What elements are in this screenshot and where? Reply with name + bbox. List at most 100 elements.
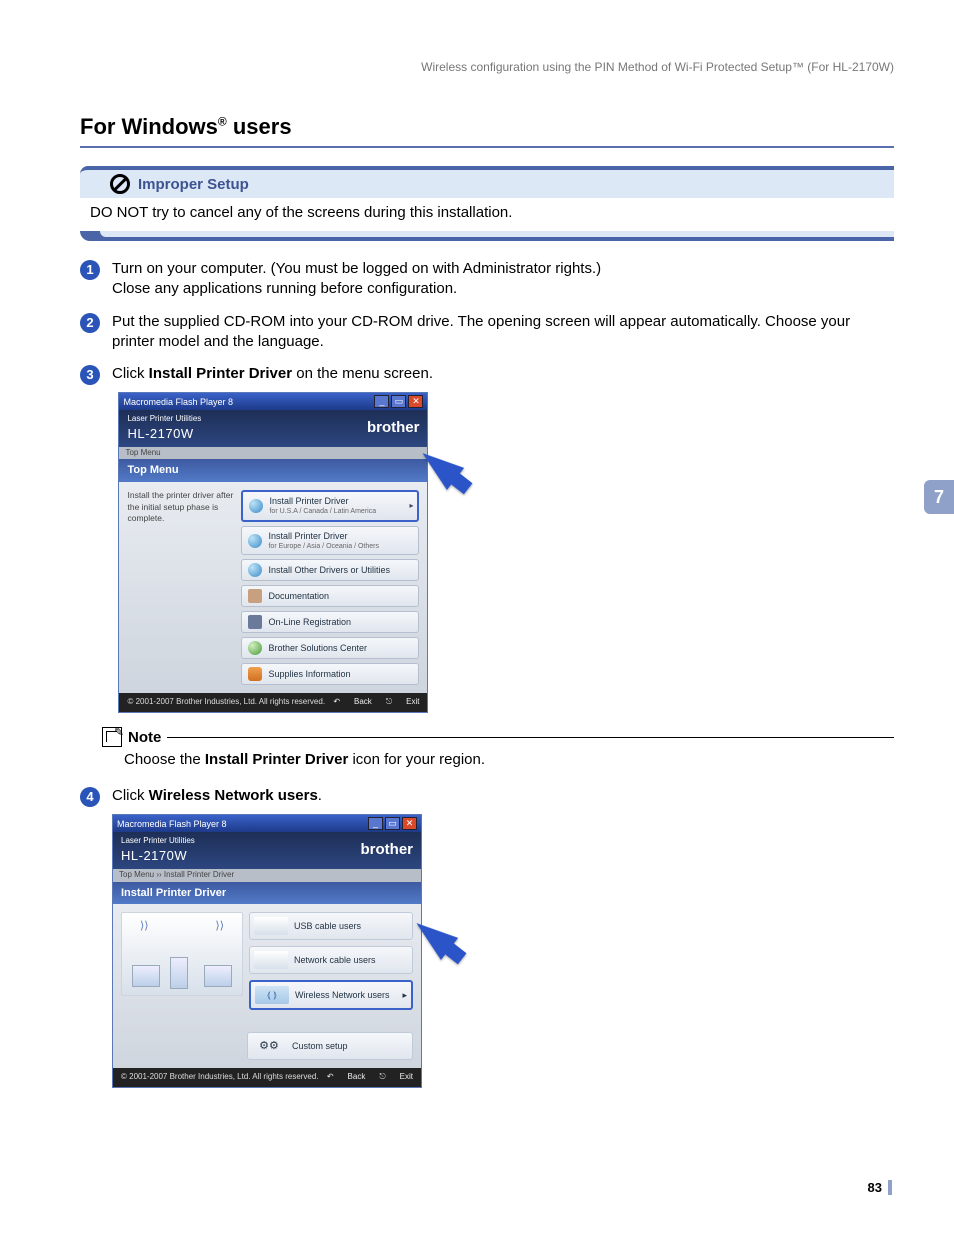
menu-item-registration[interactable]: On-Line Registration [241,611,419,633]
menu-item-label: On-Line Registration [268,616,351,628]
globe-icon [248,563,262,577]
menu-item-install-usa[interactable]: Install Printer Driverfor U.S.A / Canada… [241,490,419,522]
step-1-text2: Close any applications running before co… [112,280,457,297]
util-label: Laser Printer Utilities [127,414,201,425]
menu-item-label: Install Other Drivers or Utilities [268,564,390,576]
model-label: HL-2170W [121,847,195,865]
menu-item-label: Supplies Information [268,668,350,680]
option-wireless-users[interactable]: ⦅ ⦆ Wireless Network users ▸ [249,980,413,1010]
step-3: 3 Click Install Printer Driver on the me… [80,364,894,713]
screenshot-install-driver: Macromedia Flash Player 8 _ ▭ ✕ Laser Pr… [112,814,422,1088]
side-description: Install the printer driver after the ini… [127,490,235,685]
usb-icon [254,917,288,935]
wireless-icon: ⦅ ⦆ [255,986,289,1004]
panel-heading: Top Menu [119,459,427,482]
page-number: 83 [868,1180,892,1195]
chevron-right-icon: ▸ [402,989,407,1001]
network-illustration: ⟩⟩ ⟩⟩ [121,912,243,996]
section-title-suffix: users [227,114,292,139]
globe-icon [249,499,263,513]
menu-item-label: Documentation [268,590,329,602]
section-title: For Windows® users [80,114,894,148]
step-4-pre: Click [112,787,149,804]
step-2-text: Put the supplied CD-ROM into your CD-ROM… [112,312,894,353]
improper-setup-callout: Improper Setup DO NOT try to cancel any … [80,166,894,241]
option-label: USB cable users [294,920,361,932]
maximize-icon[interactable]: ▭ [391,395,406,408]
menu-item-supplies[interactable]: Supplies Information [241,663,419,685]
util-label: Laser Printer Utilities [121,836,195,847]
copyright: © 2001-2007 Brother Industries, Ltd. All… [121,1072,319,1083]
improper-setup-body: DO NOT try to cancel any of the screens … [80,198,894,231]
step-2: 2 Put the supplied CD-ROM into your CD-R… [80,312,894,353]
menu-item-other-drivers[interactable]: Install Other Drivers or Utilities [241,559,419,581]
menu-item-label: Install Printer Driver [268,531,347,541]
exit-button[interactable]: Exit [400,1072,413,1083]
exit-button[interactable]: Exit [406,697,419,708]
close-icon[interactable]: ✕ [402,817,417,830]
window-buttons[interactable]: _ ▭ ✕ [368,817,417,830]
running-header: Wireless configuration using the PIN Met… [80,60,894,74]
model-label: HL-2170W [127,425,201,443]
option-custom-setup[interactable]: ⚙⚙ Custom setup [247,1032,413,1060]
menu-item-sub: for U.S.A / Canada / Latin America [269,507,376,516]
option-usb-users[interactable]: USB cable users [249,912,413,940]
note-icon [102,727,122,747]
option-label: Custom setup [292,1040,348,1052]
brand-logo: brother [367,418,420,438]
step-bullet-4: 4 [80,787,100,807]
brand-logo: brother [361,840,414,860]
back-icon[interactable]: ↶ [333,697,340,708]
step-4: 4 Click Wireless Network users. Macromed… [80,786,894,1088]
step-bullet-3: 3 [80,365,100,385]
step-3-bold: Install Printer Driver [149,365,292,382]
globe-icon [248,534,262,548]
registered-mark: ® [218,115,227,129]
back-button[interactable]: Back [348,1072,366,1083]
router-icon [170,957,188,989]
doc-icon [248,589,262,603]
back-button[interactable]: Back [354,697,372,708]
back-icon[interactable]: ↶ [327,1072,334,1083]
cable-icon [254,951,288,969]
window-buttons[interactable]: _ ▭ ✕ [374,395,423,408]
menu-item-documentation[interactable]: Documentation [241,585,419,607]
option-label: Network cable users [294,954,376,966]
step-1-text: Turn on your computer. (You must be logg… [112,260,601,277]
wifi-icon: ⟩⟩ [140,919,149,934]
device-icon [204,965,232,987]
window-title: Macromedia Flash Player 8 [123,396,233,408]
wifi-icon: ⟩⟩ [215,919,224,934]
minimize-icon[interactable]: _ [374,395,389,408]
minimize-icon[interactable]: _ [368,817,383,830]
step-4-post: . [318,787,322,804]
prohibit-icon [110,174,130,194]
exit-icon[interactable]: ⎋ [386,697,392,708]
note-bold: Install Printer Driver [205,751,348,768]
step-bullet-2: 2 [80,313,100,333]
box-icon [248,667,262,681]
menu-item-label: Install Printer Driver [269,496,348,506]
menu-item-solutions[interactable]: Brother Solutions Center [241,637,419,659]
step-3-post: on the menu screen. [292,365,433,382]
maximize-icon[interactable]: ▭ [385,817,400,830]
window-title: Macromedia Flash Player 8 [117,818,227,830]
copyright: © 2001-2007 Brother Industries, Ltd. All… [127,697,325,708]
note-label: Note [128,729,161,746]
option-network-cable-users[interactable]: Network cable users [249,946,413,974]
section-title-prefix: For Windows [80,114,218,139]
pen-icon [248,615,262,629]
breadcrumb: Top Menu ›› Install Printer Driver [113,869,421,882]
note-block: Note Choose the Install Printer Driver i… [102,727,894,768]
callout-footer-bar [80,231,894,241]
screenshot-top-menu: Macromedia Flash Player 8 _ ▭ ✕ Laser Pr… [118,392,428,713]
step-3-pre: Click [112,365,149,382]
close-icon[interactable]: ✕ [408,395,423,408]
step-bullet-1: 1 [80,260,100,280]
improper-setup-header: Improper Setup [80,166,894,198]
breadcrumb: Top Menu [119,447,427,460]
panel-heading: Install Printer Driver [113,882,421,905]
s-icon [248,641,262,655]
exit-icon[interactable]: ⎋ [379,1072,385,1083]
menu-item-install-europe[interactable]: Install Printer Driverfor Europe / Asia … [241,526,419,556]
